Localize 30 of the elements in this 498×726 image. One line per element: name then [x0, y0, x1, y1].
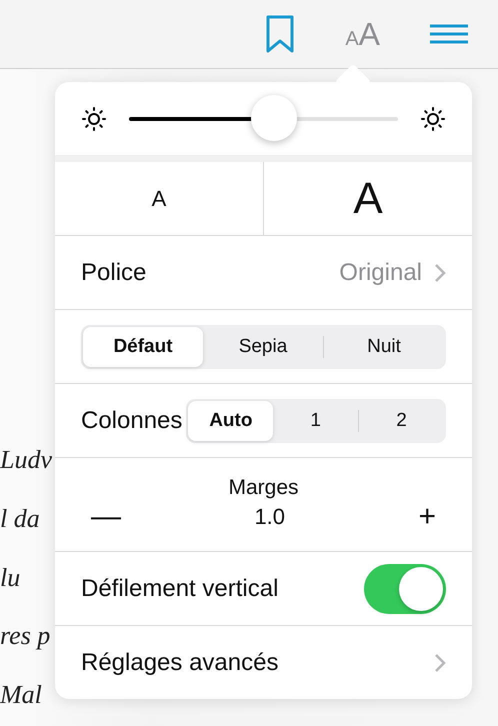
page-text-line: Mal: [0, 680, 42, 710]
vertical-scroll-label: Défilement vertical: [81, 574, 278, 602]
page-text-line: l da: [0, 504, 40, 534]
bright-brightness-icon: [420, 106, 446, 132]
page-text-line: res p: [0, 621, 50, 652]
brightness-slider[interactable]: [129, 96, 398, 142]
menu-icon[interactable]: [430, 24, 468, 44]
increase-font-button[interactable]: A: [263, 162, 472, 235]
increase-margins-button[interactable]: +: [408, 500, 446, 534]
columns-segment[interactable]: 2: [359, 400, 444, 440]
decrease-font-button[interactable]: A: [55, 162, 263, 235]
margins-label: Marges: [228, 476, 299, 500]
theme-segment[interactable]: Nuit: [324, 326, 444, 366]
theme-segment[interactable]: Défaut: [83, 326, 203, 366]
columns-segment[interactable]: 1: [273, 400, 358, 440]
decrease-margins-button[interactable]: —: [81, 500, 131, 534]
page-text-line: Ludv: [0, 445, 52, 475]
theme-segment[interactable]: Sepia: [203, 326, 323, 366]
margins-value: 1.0: [254, 504, 286, 530]
advanced-settings-label[interactable]: Réglages avancés: [81, 648, 278, 676]
dim-brightness-icon: [81, 106, 107, 132]
font-label: Police: [81, 258, 146, 286]
chevron-icon: [434, 652, 446, 672]
bookmark-icon[interactable]: [265, 14, 296, 54]
vertical-scroll-switch[interactable]: [364, 564, 446, 614]
page-text-line: lu: [0, 562, 20, 592]
columns-segment[interactable]: Auto: [188, 400, 274, 440]
slider-thumb[interactable]: [251, 94, 298, 140]
columns-label: Colonnes: [81, 406, 182, 434]
chevron-icon: [434, 262, 446, 282]
